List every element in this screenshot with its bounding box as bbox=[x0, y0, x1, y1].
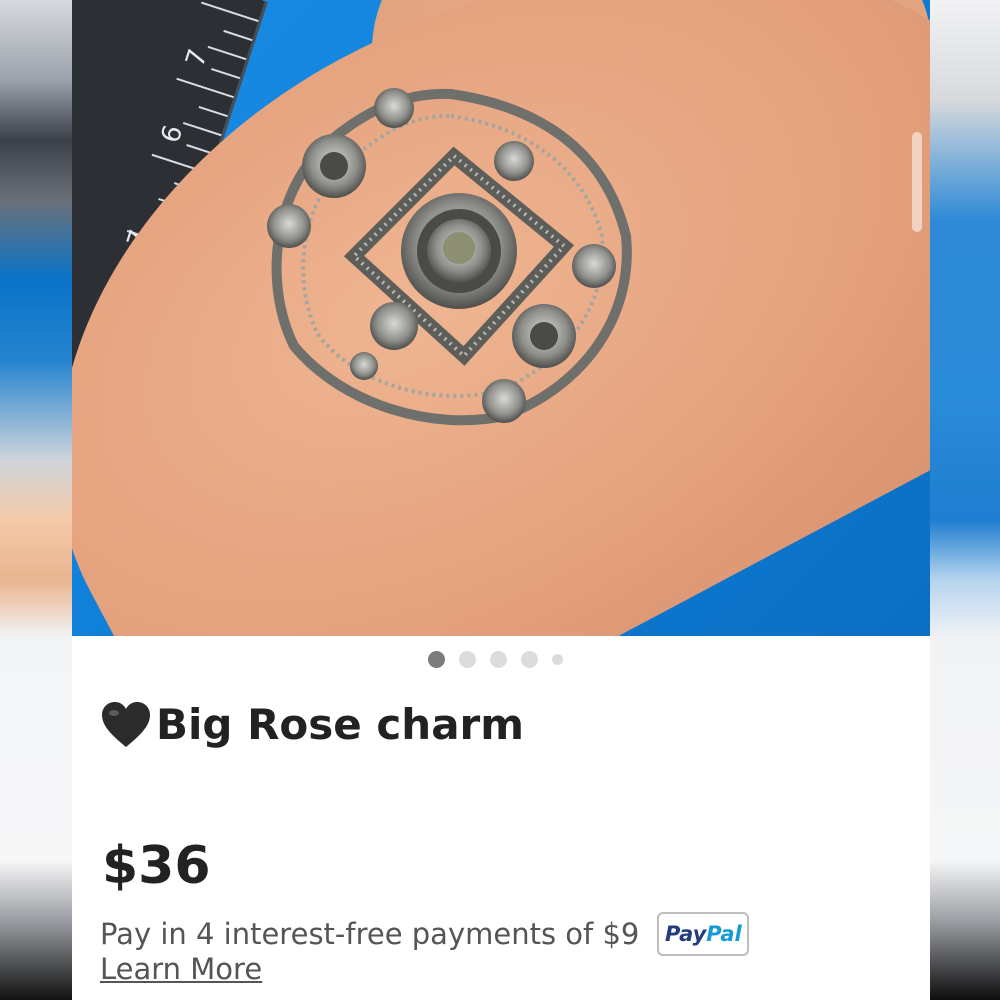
product-photo[interactable]: 7 6 7 8 bbox=[72, 0, 930, 636]
blurred-background-right bbox=[930, 0, 1000, 1000]
black-heart-icon bbox=[102, 701, 150, 747]
learn-more-link[interactable]: Learn More bbox=[100, 952, 262, 986]
paypal-pal-text: Pal bbox=[706, 922, 742, 946]
rose-charm-image bbox=[267, 88, 632, 426]
pager-dot[interactable] bbox=[552, 654, 563, 665]
pager-dot[interactable] bbox=[490, 651, 507, 668]
blurred-background-left bbox=[0, 0, 72, 1000]
paypal-logo[interactable]: Pay Pal bbox=[657, 912, 750, 956]
ruler-number: 7 bbox=[180, 45, 215, 71]
installment-text: Pay in 4 interest-free payments of $9 bbox=[100, 917, 640, 951]
pager-dot[interactable] bbox=[521, 651, 538, 668]
listing-title-text: Big Rose charm bbox=[156, 700, 525, 749]
listing-title: Big Rose charm bbox=[100, 700, 524, 749]
image-pager[interactable] bbox=[428, 651, 563, 668]
pay-later-row: Pay in 4 interest-free payments of $9 Pa… bbox=[100, 912, 750, 956]
pager-dot[interactable] bbox=[459, 651, 476, 668]
scrollbar-thumb[interactable] bbox=[912, 132, 922, 232]
listing-panel: 7 6 7 8 bbox=[72, 0, 930, 1000]
price: $36 bbox=[102, 836, 211, 896]
paypal-pay-text: Pay bbox=[665, 922, 707, 946]
ruler-number: 6 bbox=[156, 121, 190, 147]
pager-dot-active[interactable] bbox=[428, 651, 445, 668]
